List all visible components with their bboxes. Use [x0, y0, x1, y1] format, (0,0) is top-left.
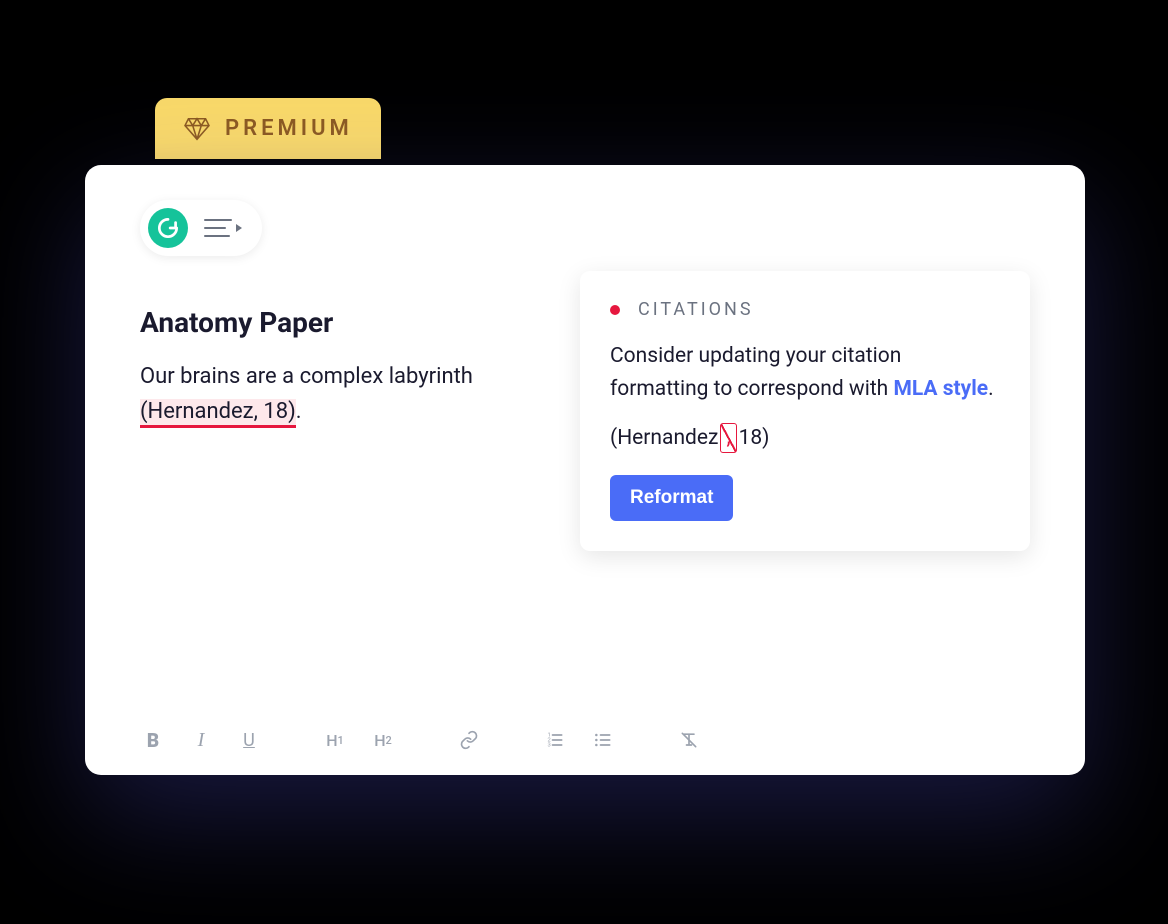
document-content[interactable]: Anatomy Paper Our brains are a complex l… — [140, 306, 540, 551]
top-toolbar — [140, 200, 262, 256]
chevron-right-icon — [236, 224, 242, 232]
suggestion-header: CITATIONS — [610, 299, 1000, 320]
bold-button[interactable]: B — [140, 727, 166, 753]
citation-highlight[interactable]: (Hernandez, 18) — [140, 399, 296, 428]
outline-menu-button[interactable] — [204, 219, 242, 237]
premium-label: PREMIUM — [225, 116, 353, 141]
body-text-suffix: . — [296, 399, 302, 424]
correction-mark: , — [720, 423, 736, 453]
editor-card: Anatomy Paper Our brains are a complex l… — [85, 165, 1085, 775]
ordered-list-icon: 1 2 3 — [545, 730, 565, 750]
document-title: Anatomy Paper — [140, 306, 540, 339]
link-button[interactable] — [456, 727, 482, 753]
heading2-button[interactable]: H2 — [370, 727, 396, 753]
suggestion-category: CITATIONS — [638, 299, 754, 320]
heading1-button[interactable]: H1 — [322, 727, 348, 753]
body-text-prefix: Our brains are a complex labyrinth — [140, 364, 473, 389]
unordered-list-icon — [593, 730, 613, 750]
document-body: Our brains are a complex labyrinth (Hern… — [140, 359, 540, 429]
citation-example: (Hernandez,18) — [610, 423, 1000, 453]
menu-lines-icon — [204, 219, 232, 237]
svg-text:3: 3 — [548, 743, 551, 749]
alert-dot-icon — [610, 305, 620, 315]
clear-format-icon — [679, 730, 699, 750]
suggestion-suffix: . — [988, 377, 994, 401]
format-toolbar: B I U H1 H2 1 2 3 — [140, 727, 702, 753]
italic-button[interactable]: I — [188, 727, 214, 753]
grammarly-logo-icon[interactable] — [148, 208, 188, 248]
example-prefix: (Hernandez — [610, 426, 718, 450]
underline-button[interactable]: U — [236, 727, 262, 753]
ordered-list-button[interactable]: 1 2 3 — [542, 727, 568, 753]
clear-format-button[interactable] — [676, 727, 702, 753]
reformat-button[interactable]: Reformat — [610, 475, 733, 521]
unordered-list-button[interactable] — [590, 727, 616, 753]
suggestion-prefix: Consider updating your citation formatti… — [610, 344, 901, 401]
suggestion-card: CITATIONS Consider updating your citatio… — [580, 271, 1030, 551]
premium-tab[interactable]: PREMIUM — [155, 98, 381, 159]
style-link[interactable]: MLA style — [893, 377, 988, 401]
link-icon — [459, 730, 479, 750]
diamond-icon — [183, 117, 211, 141]
example-suffix: 18) — [739, 426, 770, 450]
content-area: Anatomy Paper Our brains are a complex l… — [140, 306, 1030, 551]
suggestion-message: Consider updating your citation formatti… — [610, 340, 1000, 405]
